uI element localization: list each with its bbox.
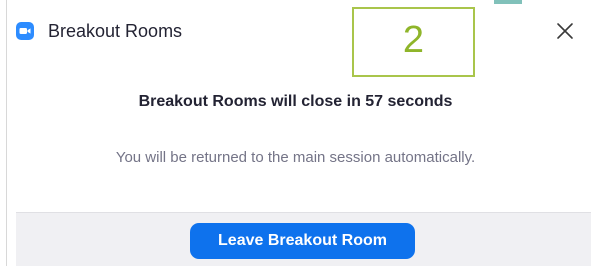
window-title: Breakout Rooms bbox=[48, 21, 183, 41]
countdown-heading: Breakout Rooms will close in 57 seconds bbox=[138, 93, 453, 110]
return-message: You will be returned to the main session… bbox=[115, 149, 476, 166]
zoom-camera-icon bbox=[16, 22, 34, 40]
leave-breakout-room-button[interactable]: Leave Breakout Room bbox=[190, 223, 415, 259]
annotation-number: 2 bbox=[402, 19, 425, 61]
annotation-callout: 2 bbox=[352, 7, 475, 77]
close-button[interactable] bbox=[552, 18, 578, 44]
title-bar: Breakout Rooms bbox=[0, 0, 591, 62]
close-icon bbox=[557, 23, 573, 39]
breakout-rooms-dialog: Breakout Rooms 2 Breakout Rooms will clo… bbox=[0, 0, 591, 266]
